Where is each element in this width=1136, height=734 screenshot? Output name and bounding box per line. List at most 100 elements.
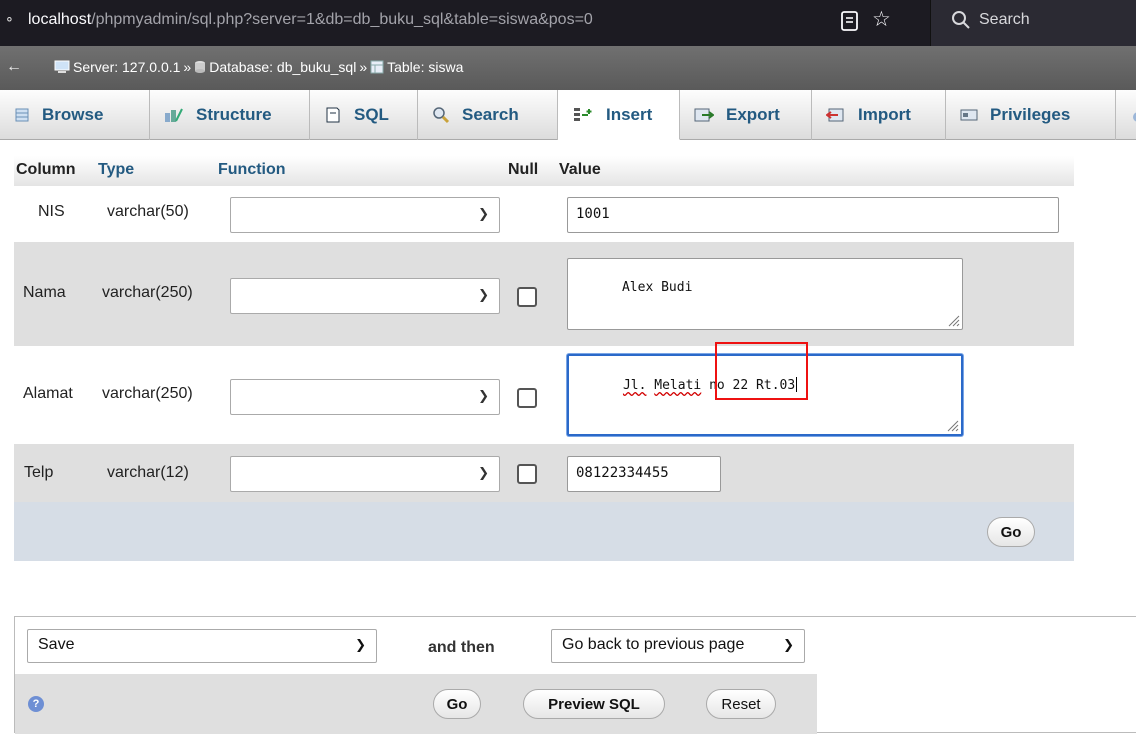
help-icon[interactable]: ? [28,696,44,712]
table-row: NIS varchar(50) ❯ 1001 [14,186,1074,242]
tab-search[interactable]: Search [418,90,558,140]
tab-label: Privileges [990,105,1071,124]
site-info-icon[interactable]: ⚬ [4,12,15,28]
function-select[interactable]: ❯ [230,278,500,314]
spell-error-word: Melati [654,378,702,393]
tab-label: Insert [606,104,653,124]
column-type: varchar(250) [102,385,193,402]
search-icon [433,107,450,124]
and-then-label: and then [428,639,495,656]
after-insert-panel: Save ❯ and then Go back to previous page… [14,602,1136,734]
browser-search-box[interactable]: Search [930,0,1136,46]
submit-row: Go [14,502,1074,561]
url-host: localhost [28,11,92,28]
null-checkbox[interactable] [517,388,537,408]
column-name: NIS [38,203,65,220]
tab-more[interactable] [1116,90,1136,140]
function-select[interactable]: ❯ [230,379,500,415]
tab-browse[interactable]: Browse [0,90,150,140]
tab-insert[interactable]: Insert [558,90,680,140]
resize-grip-icon[interactable] [947,420,959,432]
search-icon [952,11,970,29]
tab-export[interactable]: Export [680,90,812,140]
chevron-down-icon: ❯ [478,287,489,302]
header-value: Value [559,161,601,178]
tab-label: Browse [42,105,104,124]
column-name: Alamat [23,385,73,402]
tab-label: Search [462,105,519,124]
breadcrumb-separator: » [183,59,192,75]
insert-icon [574,107,592,121]
tab-structure[interactable]: Structure [150,90,310,140]
value-input[interactable]: 08122334455 [567,456,721,492]
null-checkbox[interactable] [517,464,537,484]
value-textarea-focused[interactable]: Jl. Melati no 22 Rt.03 [567,354,963,436]
chevron-down-icon: ❯ [783,637,794,652]
preview-sql-button[interactable]: Preview SQL [523,689,665,719]
action-value: Save [38,636,75,653]
table-row: Nama varchar(250) ❯ Alex Budi [14,242,1074,346]
url-path: /phpmyadmin/sql.php?server=1&db=db_buku_… [91,11,593,28]
chevron-down-icon: ❯ [478,388,489,403]
privileges-icon [960,109,978,121]
next-action-value: Go back to previous page [562,636,745,653]
tab-label: Import [858,105,911,124]
text-caret [796,377,798,392]
after-insert-options: Save ❯ and then Go back to previous page… [15,617,817,674]
action-select[interactable]: Save ❯ [27,629,377,663]
next-action-select[interactable]: Go back to previous page ❯ [551,629,805,663]
reader-view-icon[interactable] [840,9,860,33]
column-type: varchar(50) [107,203,189,220]
tab-sql[interactable]: SQL [310,90,418,140]
operations-icon [1133,112,1136,122]
null-checkbox[interactable] [517,287,537,307]
textarea-text: Alex Budi [621,280,693,295]
function-select[interactable]: ❯ [230,197,500,233]
address-field[interactable]: localhost/phpmyadmin/sql.php?server=1&db… [28,11,593,29]
table-row: Telp varchar(12) ❯ 08122334455 [14,444,1074,502]
spell-error-word: Jl. [622,378,647,393]
export-icon [694,108,714,122]
header-function[interactable]: Function [218,161,286,179]
table-row: Alamat varchar(250) ❯ Jl. Melati no 22 R… [14,346,1074,444]
column-type: varchar(250) [102,284,193,301]
browse-icon [15,108,29,122]
database-icon [195,61,206,73]
back-arrow-icon[interactable]: ← [6,58,22,76]
reset-button[interactable]: Reset [706,689,776,719]
value-input[interactable]: 1001 [567,197,1059,233]
chevron-down-icon: ❯ [478,206,489,221]
tab-label: Export [726,105,780,124]
table-icon [370,60,384,74]
header-column: Column [16,161,76,178]
breadcrumb-separator: » [359,59,368,75]
breadcrumb-server[interactable]: Server: 127.0.0.1 [73,59,180,75]
server-icon [54,60,70,73]
table-header: Column Type Function Null Value [14,156,1074,186]
column-type: varchar(12) [107,464,189,481]
chevron-down-icon: ❯ [355,637,366,652]
browser-url-bar: ⚬ localhost/phpmyadmin/sql.php?server=1&… [0,0,1136,46]
go-button-bottom[interactable]: Go [433,689,481,719]
resize-grip-icon[interactable] [948,315,960,327]
function-select[interactable]: ❯ [230,456,500,492]
sql-icon [326,107,340,123]
tab-import[interactable]: Import [812,90,946,140]
tab-privileges[interactable]: Privileges [946,90,1116,140]
column-name: Nama [23,284,66,301]
go-button[interactable]: Go [987,517,1035,547]
chevron-down-icon: ❯ [478,465,489,480]
header-type[interactable]: Type [98,161,134,179]
breadcrumb-database[interactable]: Database: db_buku_sql [209,59,356,75]
breadcrumb-table[interactable]: Table: siswa [387,59,463,75]
tab-label: SQL [354,105,389,124]
after-insert-buttons: ? Go Preview SQL Reset [15,674,817,734]
column-name: Telp [24,464,54,481]
structure-icon [165,108,183,122]
header-null: Null [508,161,539,178]
bookmark-star-icon[interactable]: ☆ [872,7,891,32]
value-textarea[interactable]: Alex Budi [567,258,963,330]
breadcrumb: ← Server: 127.0.0.1» Database: db_buku_s… [0,46,1136,90]
search-placeholder: Search [979,11,1030,28]
textarea-text: no 22 Rt.03 [701,378,796,393]
